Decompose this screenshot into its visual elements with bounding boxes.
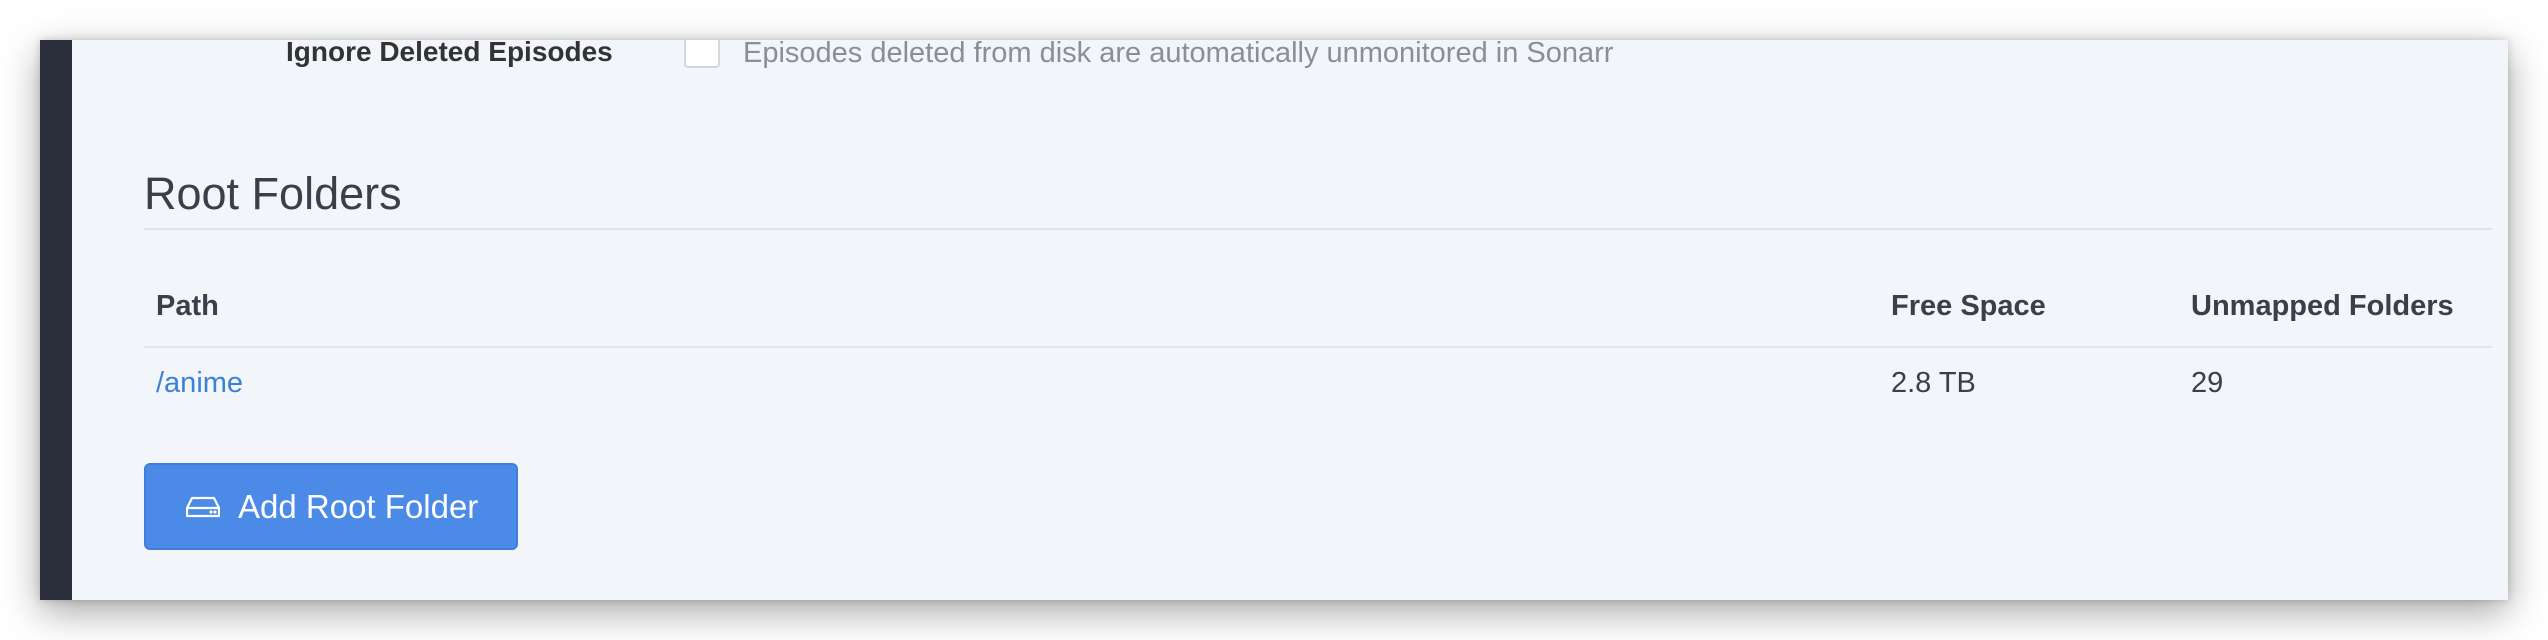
delete-root-folder-icon[interactable]: × — [2503, 363, 2508, 399]
add-root-folder-button[interactable]: Add Root Folder — [144, 463, 518, 550]
root-folder-path-link[interactable]: /anime — [156, 367, 243, 400]
column-header-path: Path — [156, 290, 219, 322]
app-window: Ignore Deleted Episodes Episodes deleted… — [40, 40, 2508, 600]
setting-label: Ignore Deleted Episodes — [286, 40, 613, 67]
header-divider — [144, 346, 2492, 348]
add-root-folder-label: Add Root Folder — [238, 487, 479, 525]
settings-content: Ignore Deleted Episodes Episodes deleted… — [72, 40, 2508, 600]
column-header-unmapped-folders: Unmapped Folders — [2191, 290, 2454, 322]
setting-help-text: Episodes deleted from disk are automatic… — [743, 40, 1614, 69]
free-space-value: 2.8 TB — [1891, 367, 1976, 399]
column-header-free-space: Free Space — [1891, 290, 2046, 322]
unmapped-folders-count: 29 — [2191, 367, 2224, 399]
sidebar — [40, 40, 72, 600]
drive-icon — [186, 496, 220, 517]
ignore-deleted-episodes-checkbox[interactable] — [684, 40, 720, 68]
section-title: Root Folders — [144, 168, 402, 219]
section-divider — [144, 228, 2492, 230]
ignore-deleted-episodes-row: Ignore Deleted Episodes Episodes deleted… — [72, 40, 2508, 80]
